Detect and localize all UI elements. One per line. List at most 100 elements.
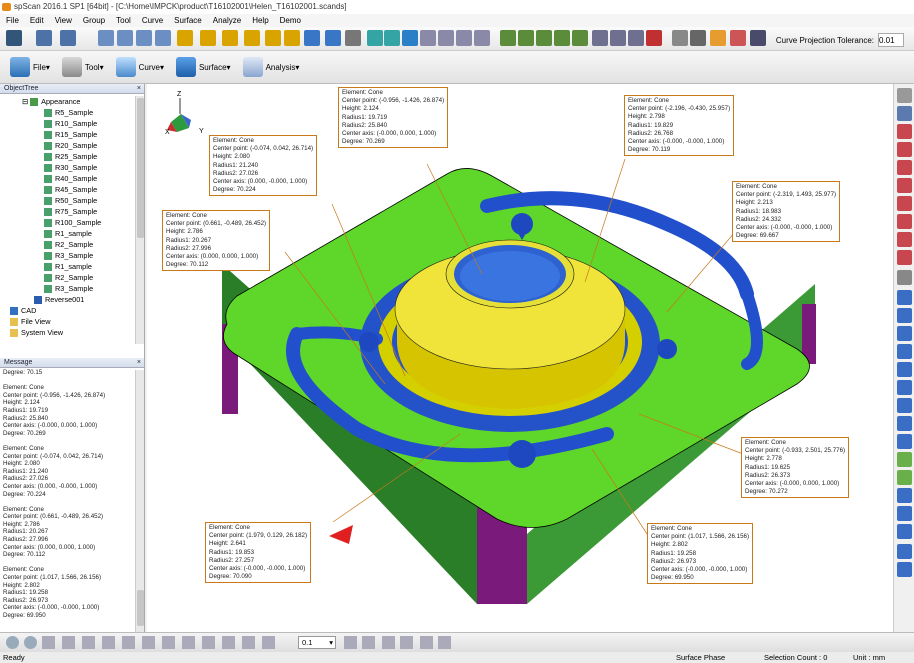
menu-curve[interactable]: Curve bbox=[142, 16, 163, 25]
plus-icon[interactable] bbox=[382, 636, 395, 649]
highlight-icon[interactable] bbox=[710, 30, 726, 46]
undo-icon[interactable] bbox=[36, 30, 52, 46]
view-top-icon[interactable] bbox=[265, 30, 281, 46]
message-scrollbar-thumb[interactable] bbox=[137, 590, 144, 626]
pattern-tool-icon[interactable] bbox=[897, 452, 912, 467]
tree-item[interactable]: R50_Sample bbox=[44, 195, 97, 206]
trim-tool-icon[interactable] bbox=[897, 270, 912, 285]
record-icon[interactable] bbox=[222, 636, 235, 649]
view-left-icon[interactable] bbox=[222, 30, 238, 46]
mesh-display-icon[interactable] bbox=[438, 30, 454, 46]
entity-display-icon[interactable] bbox=[474, 30, 490, 46]
tool-ribbon-button[interactable]: Tool ▾ bbox=[61, 57, 104, 77]
cone-callout[interactable]: Element: Cone Center point: (-0.933, 2.5… bbox=[741, 437, 850, 499]
boolean-tool-icon[interactable] bbox=[897, 488, 912, 503]
tree-item[interactable]: R15_Sample bbox=[44, 129, 97, 140]
merge-tool-icon[interactable] bbox=[897, 524, 912, 539]
menu-group[interactable]: Group bbox=[83, 16, 105, 25]
hide-icon[interactable] bbox=[750, 30, 766, 46]
snap-grid-icon[interactable] bbox=[82, 636, 95, 649]
message-scrollbar[interactable] bbox=[135, 370, 144, 632]
menu-view[interactable]: View bbox=[55, 16, 72, 25]
close-icon[interactable]: × bbox=[137, 358, 141, 368]
view-front-icon[interactable] bbox=[177, 30, 193, 46]
delete-icon[interactable] bbox=[730, 30, 746, 46]
tree-item[interactable]: R75_Sample bbox=[44, 206, 97, 217]
menu-file[interactable]: File bbox=[6, 16, 19, 25]
chamfer-tool-icon[interactable] bbox=[897, 398, 912, 413]
clip-icon[interactable] bbox=[142, 636, 155, 649]
first-icon[interactable] bbox=[420, 636, 433, 649]
select-lasso-icon[interactable] bbox=[536, 30, 552, 46]
rectangle-tool-icon[interactable] bbox=[897, 232, 912, 247]
3d-viewport[interactable]: Z X Y Element: Cone Center point: (-0.95… bbox=[147, 84, 893, 632]
arc-tool-icon[interactable] bbox=[897, 160, 912, 175]
split-tool-icon[interactable] bbox=[897, 506, 912, 521]
surface-ribbon-button[interactable]: Surface ▾ bbox=[175, 57, 231, 77]
save-icon[interactable] bbox=[6, 30, 22, 46]
section-icon[interactable] bbox=[122, 636, 135, 649]
tree-item[interactable]: R3_Sample bbox=[44, 250, 93, 261]
render-icon[interactable] bbox=[6, 636, 19, 649]
file-ribbon-button[interactable]: File ▾ bbox=[10, 57, 50, 77]
cone-callout[interactable]: Element: Cone Center point: (1.017, 1.56… bbox=[647, 523, 754, 585]
light-icon[interactable] bbox=[162, 636, 175, 649]
cone-callout[interactable]: Element: Cone Center point: (1.979, 0.12… bbox=[205, 522, 312, 584]
tree-item[interactable]: R30_Sample bbox=[44, 162, 97, 173]
point-tool-icon[interactable] bbox=[897, 124, 912, 139]
shell-tool-icon[interactable] bbox=[897, 416, 912, 431]
surface-display-icon[interactable] bbox=[402, 30, 418, 46]
layer-icon[interactable] bbox=[42, 636, 55, 649]
minus-icon[interactable] bbox=[400, 636, 413, 649]
tree-item[interactable]: R20_Sample bbox=[44, 140, 97, 151]
tree-item[interactable]: R100_Sample bbox=[44, 217, 101, 228]
sweep-tool-icon[interactable] bbox=[897, 344, 912, 359]
cone-callout[interactable]: Element: Cone Center point: (0.661, -0.4… bbox=[162, 210, 271, 272]
cone-callout[interactable]: Element: Cone Center point: (-0.074, 0.0… bbox=[209, 135, 318, 197]
step-dropdown[interactable]: 0.1 ▾ bbox=[298, 636, 336, 649]
offset-tool-icon[interactable] bbox=[897, 434, 912, 449]
tree-scrollbar-thumb[interactable] bbox=[137, 98, 144, 238]
settings-icon[interactable] bbox=[690, 30, 706, 46]
camera-icon[interactable] bbox=[182, 636, 195, 649]
play-icon[interactable] bbox=[242, 636, 255, 649]
plane-tool-icon[interactable] bbox=[897, 290, 912, 305]
polyline-tool-icon[interactable] bbox=[897, 214, 912, 229]
curve-ribbon-button[interactable]: Curve ▾ bbox=[115, 57, 164, 77]
zoom-in-icon[interactable] bbox=[117, 30, 133, 46]
view-right-icon[interactable] bbox=[244, 30, 260, 46]
line-tool-icon[interactable] bbox=[897, 142, 912, 157]
pick-icon[interactable] bbox=[610, 30, 626, 46]
analysis-ribbon-button[interactable]: Analysis ▾ bbox=[242, 57, 299, 77]
menu-surface[interactable]: Surface bbox=[174, 16, 202, 25]
select-box-icon[interactable] bbox=[518, 30, 534, 46]
tree-item[interactable]: R5_Sample bbox=[44, 107, 93, 118]
stop-icon[interactable] bbox=[262, 636, 275, 649]
auto-view-icon[interactable] bbox=[897, 88, 912, 103]
tree-item[interactable]: CAD bbox=[10, 305, 36, 316]
menu-analyze[interactable]: Analyze bbox=[213, 16, 241, 25]
revolve-tool-icon[interactable] bbox=[897, 326, 912, 341]
extrude-tool-icon[interactable] bbox=[897, 308, 912, 323]
material-icon[interactable] bbox=[24, 636, 37, 649]
tree-item[interactable]: ⊟ Appearance bbox=[22, 96, 80, 107]
tree-item[interactable]: R1_sample bbox=[44, 228, 92, 239]
collapse-icon[interactable]: ⊟ bbox=[22, 96, 28, 107]
cone-callout[interactable]: Element: Cone Center point: (-2.196, -0.… bbox=[624, 95, 735, 157]
auto-icon[interactable] bbox=[672, 30, 688, 46]
zoom-out-icon[interactable] bbox=[136, 30, 152, 46]
tree-item[interactable]: File View bbox=[10, 316, 50, 327]
tree-item[interactable]: R45_Sample bbox=[44, 184, 97, 195]
menu-help[interactable]: Help bbox=[252, 16, 268, 25]
last-icon[interactable] bbox=[438, 636, 451, 649]
mirror-tool-icon[interactable] bbox=[897, 470, 912, 485]
zoom-window-icon[interactable] bbox=[155, 30, 171, 46]
screenshot-icon[interactable] bbox=[202, 636, 215, 649]
tree-item[interactable]: R40_Sample bbox=[44, 173, 97, 184]
ellipse-tool-icon[interactable] bbox=[897, 250, 912, 265]
wire-shade-icon[interactable] bbox=[384, 30, 400, 46]
cube-icon[interactable] bbox=[325, 30, 341, 46]
grid-icon[interactable] bbox=[62, 636, 75, 649]
menu-tool[interactable]: Tool bbox=[116, 16, 131, 25]
loft-tool-icon[interactable] bbox=[897, 362, 912, 377]
